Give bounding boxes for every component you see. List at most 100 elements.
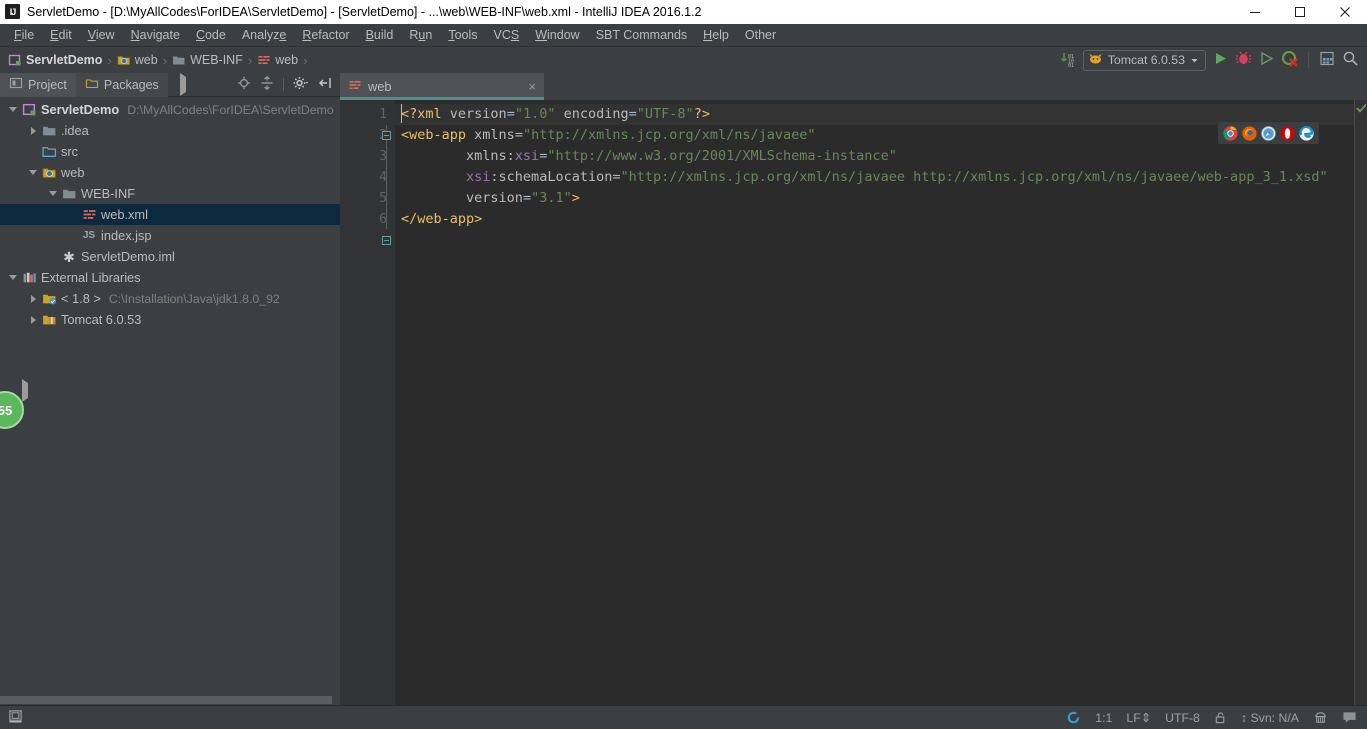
menu-item-analyze[interactable]: Analyze [234,26,294,44]
download-compare-icon[interactable]: 01 10 01 [1059,50,1077,71]
hector-icon[interactable] [1313,710,1328,725]
hide-panel-icon[interactable] [318,76,332,93]
project-tree[interactable]: ServletDemo D:\MyAllCodes\ForIDEA\Servlet… [0,97,340,695]
breadcrumb-label: WEB-INF [190,53,243,67]
code-line[interactable]: <?xml version="1.0" encoding="UTF-8"?> [395,104,1354,125]
stop-icon[interactable] [1281,50,1298,70]
menu-item-vcs[interactable]: VCS [486,26,528,44]
close-button[interactable] [1322,0,1367,24]
inspection-ok-checkmark[interactable] [1356,102,1367,117]
fold-collapse-end[interactable] [382,236,391,245]
code-token: = [506,106,515,122]
run-icon[interactable] [1212,50,1229,70]
maximize-button[interactable] [1277,0,1322,24]
menu-item-file[interactable]: File [6,26,42,44]
code-token: = [522,190,532,206]
locate-icon[interactable] [237,76,251,93]
vcs-status[interactable]: ↕ Svn: N/A [1241,711,1299,725]
internet-explorer-icon[interactable] [1299,125,1314,141]
menu-item-refactor[interactable]: Refactor [294,26,357,44]
file-encoding[interactable]: UTF-8 [1165,711,1200,725]
code-line[interactable]: version="3.1"> [395,188,1354,209]
firefox-icon[interactable] [1242,125,1257,141]
menu-item-sbt-commands[interactable]: SBT Commands [588,26,695,44]
chevron-down-icon[interactable] [6,107,20,112]
chevron-down-icon[interactable] [46,191,60,196]
search-icon[interactable] [1342,50,1359,70]
tree-node-web-inf[interactable]: WEB-INF [0,183,340,204]
code-token: "1.0" [514,106,556,122]
safari-icon[interactable] [1261,125,1276,141]
chevron-right-icon[interactable] [26,294,40,303]
code-line[interactable]: xmlns:xsi="http://www.w3.org/2001/XMLSch… [395,146,1354,167]
chevron-down-icon[interactable] [6,275,20,280]
chevron-right-icon[interactable] [26,315,40,324]
event-log-icon[interactable] [1342,711,1357,725]
code-line[interactable]: <web-app xmlns="http://xmlns.jcp.org/xml… [395,125,1354,146]
gear-icon[interactable] [293,76,309,93]
menu-item-navigate[interactable]: Navigate [123,26,188,44]
tree-node-index-jsp[interactable]: JS index.jsp [0,225,340,246]
tree-node-external-libraries[interactable]: External Libraries [0,267,340,288]
chevron-right-icon[interactable] [26,126,40,135]
run-coverage-icon[interactable] [1258,50,1275,70]
tree-node-label: web.xml [101,207,148,222]
menu-item-edit[interactable]: Edit [42,26,80,44]
chevron-down-icon[interactable] [26,170,40,175]
fold-collapse-start[interactable] [382,131,391,140]
breadcrumb-item-web[interactable]: web [117,53,158,67]
menu-item-help[interactable]: Help [695,26,737,44]
caret-position[interactable]: 1:1 [1095,711,1112,725]
sidebar-collapse-arrow[interactable] [22,379,28,402]
opera-icon[interactable] [1280,125,1295,141]
menu-item-run[interactable]: Run [401,26,440,44]
libraries-icon [20,270,38,285]
tab-project[interactable]: Project [0,72,76,97]
menu-item-other[interactable]: Other [737,26,784,44]
tree-node-web[interactable]: web [0,162,340,183]
tree-node-servletdemo[interactable]: ServletDemo D:\MyAllCodes\ForIDEA\Servlet… [0,99,340,120]
scrollbar-thumb[interactable] [0,696,332,704]
breadcrumb-item-web-xml[interactable]: web [257,53,298,67]
tree-node-src[interactable]: src [0,141,340,162]
tree-node-1-8[interactable]: < 1.8 > C:\Installation\Java\jdk1.8.0_92 [0,288,340,309]
tab-packages[interactable]: Packages [75,72,168,97]
menu-item-tools[interactable]: Tools [440,26,485,44]
line-separator[interactable]: LF⇕ [1126,711,1151,725]
code-token: "http://xmlns.jcp.org/xml/ns/javaee http… [620,169,1328,185]
chrome-icon[interactable] [1223,125,1238,141]
close-icon[interactable]: × [528,80,536,93]
run-configuration-selector[interactable]: Tomcat 6.0.53 [1082,49,1206,71]
code-line[interactable]: </web-app> [395,209,1354,230]
chevron-right-icon[interactable] [179,73,186,96]
module-icon [8,53,22,67]
code-text[interactable]: <?xml version="1.0" encoding="UTF-8"?> <w… [395,100,1354,705]
breadcrumb-item-web-inf[interactable]: WEB-INF [172,53,243,67]
code-line[interactable]: xsi:schemaLocation="http://xmlns.jcp.org… [395,167,1354,188]
tree-node-web-xml[interactable]: web.xml [0,204,340,225]
toggle-layout-icon[interactable] [8,709,23,727]
code-token: "http://xmlns.jcp.org/xml/ns/javaee" [522,127,816,143]
debug-icon[interactable] [1235,50,1252,70]
editor-gutter[interactable]: 123456 [340,100,395,705]
tree-node-label: Tomcat 6.0.53 [61,312,142,327]
editor-tab-web[interactable]: web × [340,73,544,100]
menu-item-code[interactable]: Code [188,26,234,44]
tree-node-tomcat-6-0-53[interactable]: Tomcat 6.0.53 [0,309,340,330]
breadcrumb-item-servletdemo[interactable]: ServletDemo [8,53,102,67]
editor-marker-gutter[interactable] [1354,100,1367,705]
intellij-idea-window: IJ ServletDemo - [D:\MyAllCodes\ForIDEA\… [0,0,1367,729]
tree-node-servletdemo-iml[interactable]: ✱ ServletDemo.iml [0,246,340,267]
collapse-all-icon[interactable] [260,75,274,93]
menu-item-build[interactable]: Build [358,26,402,44]
tree-node-label: ServletDemo [41,102,120,117]
lock-icon[interactable] [1214,711,1227,725]
sync-icon[interactable] [1066,710,1081,725]
tree-node-idea[interactable]: .idea [0,120,340,141]
chevron-down-icon[interactable] [1190,53,1199,68]
minimize-button[interactable] [1232,0,1277,24]
menu-item-window[interactable]: Window [527,26,587,44]
settings-layout-icon[interactable] [1319,50,1336,70]
project-tree-hscrollbar[interactable] [0,695,340,705]
menu-item-view[interactable]: View [80,26,123,44]
